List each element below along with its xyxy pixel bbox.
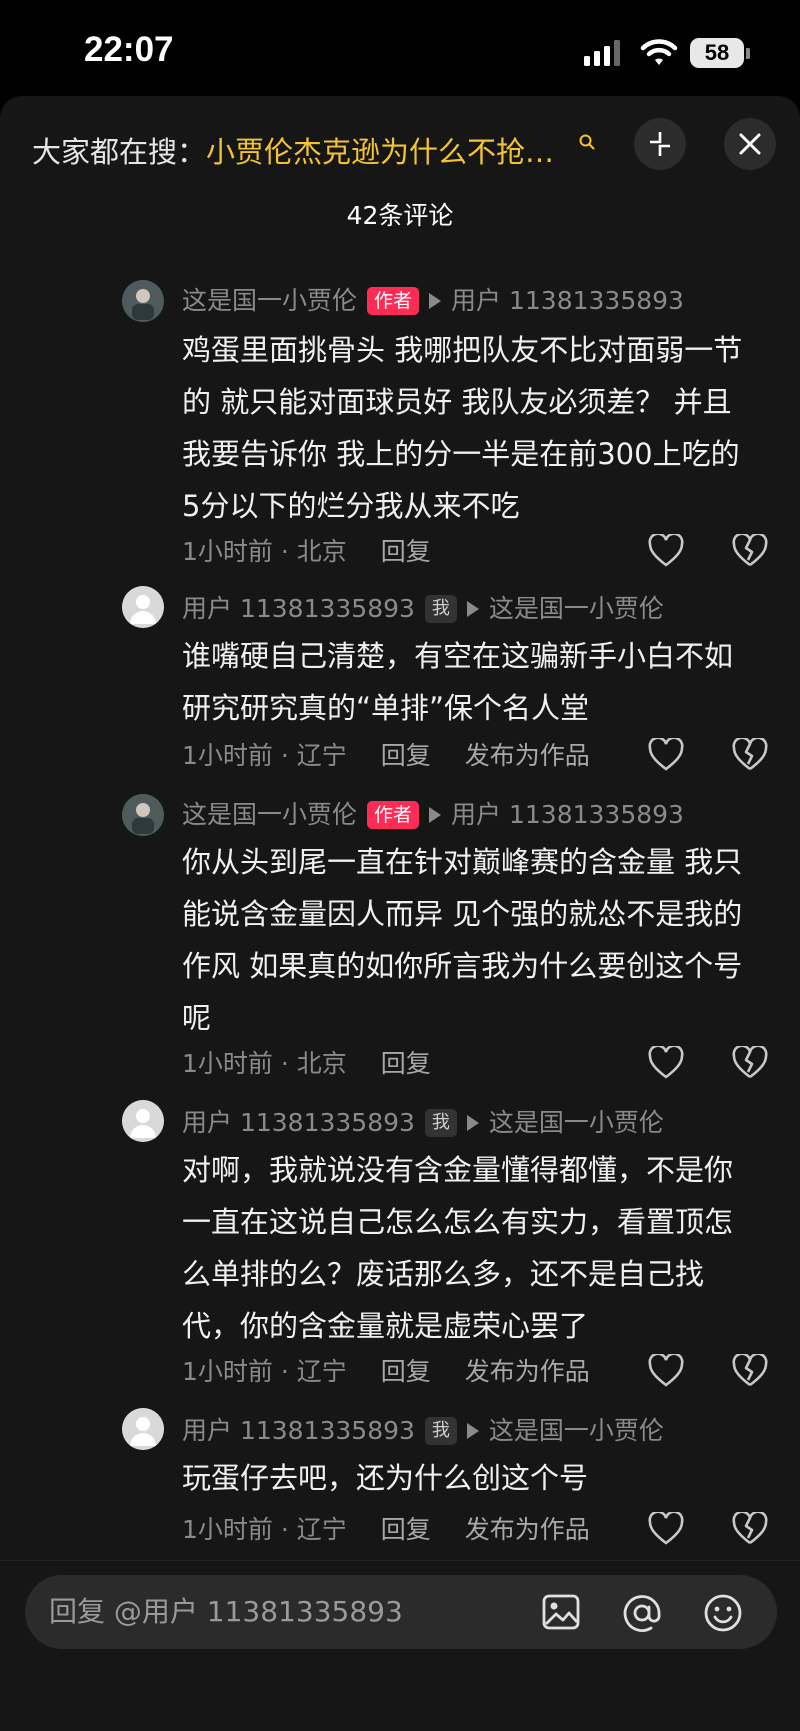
reply-to-user[interactable]: 这是国一小贾伦 bbox=[489, 1411, 664, 1451]
comment-time-location: 1小时前 · 北京 bbox=[182, 537, 347, 566]
comment-line: 玩蛋仔去吧，还为什么创这个号 bbox=[182, 1461, 589, 1495]
like-icon[interactable] bbox=[648, 1046, 684, 1080]
reply-to-user[interactable]: 用户 11381335893 bbox=[451, 281, 684, 321]
emoji-icon[interactable] bbox=[703, 1593, 743, 1633]
comment-meta: 这是国一小贾伦 作者 用户 11381335893 bbox=[182, 794, 684, 834]
image-icon[interactable] bbox=[541, 1593, 581, 1631]
comment-line: 我要告诉你 我上的分一半是在前300上吃的 bbox=[182, 437, 740, 471]
me-badge: 我 bbox=[424, 1109, 457, 1137]
at-icon[interactable] bbox=[621, 1593, 663, 1633]
reply-button[interactable]: 回复 bbox=[381, 741, 431, 770]
comment-line: 你从头到尾一直在针对巅峰赛的含金量 我只 bbox=[182, 845, 743, 879]
search-icon[interactable] bbox=[578, 133, 596, 151]
dislike-icon[interactable] bbox=[732, 1354, 768, 1388]
avatar-author[interactable] bbox=[122, 794, 164, 836]
trending-search-term[interactable]: 小贾伦杰克逊为什么不抢… bbox=[206, 135, 554, 169]
comment-footer: 1小时前 · 北京 回复 bbox=[182, 530, 431, 574]
comment-count: 42条评论 bbox=[346, 201, 454, 230]
comment-meta: 用户 11381335893 我 这是国一小贾伦 bbox=[182, 1102, 664, 1142]
me-badge: 我 bbox=[424, 1417, 457, 1445]
comment-footer: 1小时前 · 辽宁 回复 发布为作品 bbox=[182, 1508, 590, 1552]
like-icon[interactable] bbox=[648, 1354, 684, 1388]
dislike-icon[interactable] bbox=[732, 534, 768, 568]
dislike-icon[interactable] bbox=[732, 1512, 768, 1546]
comment-footer: 1小时前 · 辽宁 回复 发布为作品 bbox=[182, 734, 590, 778]
collapse-icon bbox=[650, 132, 670, 156]
like-icon[interactable] bbox=[648, 1512, 684, 1546]
avatar-author[interactable] bbox=[122, 280, 164, 322]
comment-author[interactable]: 这是国一小贾伦 bbox=[182, 795, 357, 835]
comment-time-location: 1小时前 · 辽宁 bbox=[182, 741, 347, 770]
author-badge: 作者 bbox=[367, 287, 420, 315]
status-time: 22:07 bbox=[84, 30, 174, 69]
status-bar: 22:07 58 bbox=[0, 0, 800, 100]
comment-line: 代，你的含金量就是虚荣心罢了 bbox=[182, 1309, 589, 1343]
comment-meta: 用户 11381335893 我 这是国一小贾伦 bbox=[182, 1410, 664, 1450]
close-button[interactable] bbox=[724, 118, 776, 170]
comment-author[interactable]: 这是国一小贾伦 bbox=[182, 281, 357, 321]
comment-footer: 1小时前 · 北京 回复 bbox=[182, 1042, 431, 1086]
comment-text: 鸡蛋里面挑骨头 我哪把队友不比对面弱一节 的 就只能对面球员好 我队友必须差？ … bbox=[182, 324, 762, 532]
reply-button[interactable]: 回复 bbox=[381, 1515, 431, 1544]
comment-text: 谁嘴硬自己清楚，有空在这骗新手小白不如 研究研究真的“单排”保个名人堂 bbox=[182, 630, 762, 734]
comment-line: 作风 如果真的如你所言我为什么要创这个号 bbox=[182, 949, 743, 983]
comment-line: 一直在这说自己怎么怎么有实力，看置顶怎 bbox=[182, 1205, 734, 1239]
comment-time-location: 1小时前 · 辽宁 bbox=[182, 1515, 347, 1544]
trending-search[interactable]: 大家都在搜：小贾伦杰克逊为什么不抢… bbox=[32, 126, 592, 178]
comment-meta: 这是国一小贾伦 作者 用户 11381335893 bbox=[182, 280, 684, 320]
battery-indicator: 58 bbox=[690, 38, 744, 68]
reply-arrow-icon bbox=[429, 807, 442, 823]
battery-nub bbox=[746, 48, 750, 59]
comment-line: 能说含金量因人而异 见个强的就怂不是我的 bbox=[182, 897, 743, 931]
comment-line: 的 就只能对面球员好 我队友必须差？ 并且 bbox=[182, 385, 732, 419]
comment-line: 对啊，我就说没有含金量懂得都懂，不是你 bbox=[182, 1153, 734, 1187]
dislike-icon[interactable] bbox=[732, 1046, 768, 1080]
comment-line: 么单排的么？废话那么多，还不是自己找 bbox=[182, 1257, 705, 1291]
reply-button[interactable]: 回复 bbox=[381, 537, 431, 566]
reply-arrow-icon bbox=[466, 1115, 479, 1131]
collapse-button[interactable] bbox=[634, 118, 686, 170]
publish-as-work-button[interactable]: 发布为作品 bbox=[465, 1515, 590, 1544]
author-badge: 作者 bbox=[367, 801, 420, 829]
comment-author[interactable]: 用户 11381335893 bbox=[182, 1411, 415, 1451]
comment-line: 研究研究真的“单排”保个名人堂 bbox=[182, 691, 590, 725]
avatar-default[interactable] bbox=[122, 1100, 164, 1142]
wifi-icon bbox=[640, 39, 678, 65]
like-icon[interactable] bbox=[648, 738, 684, 772]
comment-meta: 用户 11381335893 我 这是国一小贾伦 bbox=[182, 588, 664, 628]
comment-text: 对啊，我就说没有含金量懂得都懂，不是你 一直在这说自己怎么怎么有实力，看置顶怎 … bbox=[182, 1144, 762, 1352]
comment-time-location: 1小时前 · 辽宁 bbox=[182, 1357, 347, 1386]
reply-arrow-icon bbox=[429, 293, 442, 309]
comment-line: 呢 bbox=[182, 1001, 212, 1035]
reply-button[interactable]: 回复 bbox=[381, 1049, 431, 1078]
dislike-icon[interactable] bbox=[732, 738, 768, 772]
reply-button[interactable]: 回复 bbox=[381, 1357, 431, 1386]
signal-icon bbox=[584, 40, 620, 66]
comment-line: 鸡蛋里面挑骨头 我哪把队友不比对面弱一节 bbox=[182, 333, 743, 367]
comment-text: 玩蛋仔去吧，还为什么创这个号 bbox=[182, 1452, 762, 1504]
close-icon bbox=[739, 133, 761, 155]
reply-input[interactable]: 回复 @用户 11381335893 bbox=[25, 1575, 777, 1649]
reply-input-placeholder[interactable]: 回复 @用户 11381335893 bbox=[49, 1575, 403, 1649]
publish-as-work-button[interactable]: 发布为作品 bbox=[465, 741, 590, 770]
comment-author[interactable]: 用户 11381335893 bbox=[182, 1103, 415, 1143]
comment-time-location: 1小时前 · 北京 bbox=[182, 1049, 347, 1078]
comment-footer: 1小时前 · 辽宁 回复 发布为作品 bbox=[182, 1350, 590, 1394]
avatar-default[interactable] bbox=[122, 1408, 164, 1450]
comment-text: 你从头到尾一直在针对巅峰赛的含金量 我只 能说含金量因人而异 见个强的就怂不是我… bbox=[182, 836, 762, 1044]
publish-as-work-button[interactable]: 发布为作品 bbox=[465, 1357, 590, 1386]
comment-author[interactable]: 用户 11381335893 bbox=[182, 589, 415, 629]
reply-arrow-icon bbox=[466, 601, 479, 617]
avatar-default[interactable] bbox=[122, 586, 164, 628]
me-badge: 我 bbox=[424, 595, 457, 623]
comment-line: 5分以下的烂分我从来不吃 bbox=[182, 489, 520, 523]
reply-to-user[interactable]: 这是国一小贾伦 bbox=[489, 1103, 664, 1143]
input-divider bbox=[0, 1560, 800, 1561]
reply-to-user[interactable]: 这是国一小贾伦 bbox=[489, 589, 664, 629]
trending-search-prefix: 大家都在搜： bbox=[32, 135, 207, 169]
like-icon[interactable] bbox=[648, 534, 684, 568]
reply-to-user[interactable]: 用户 11381335893 bbox=[451, 795, 684, 835]
comment-line: 谁嘴硬自己清楚，有空在这骗新手小白不如 bbox=[182, 639, 734, 673]
reply-arrow-icon bbox=[466, 1423, 479, 1439]
